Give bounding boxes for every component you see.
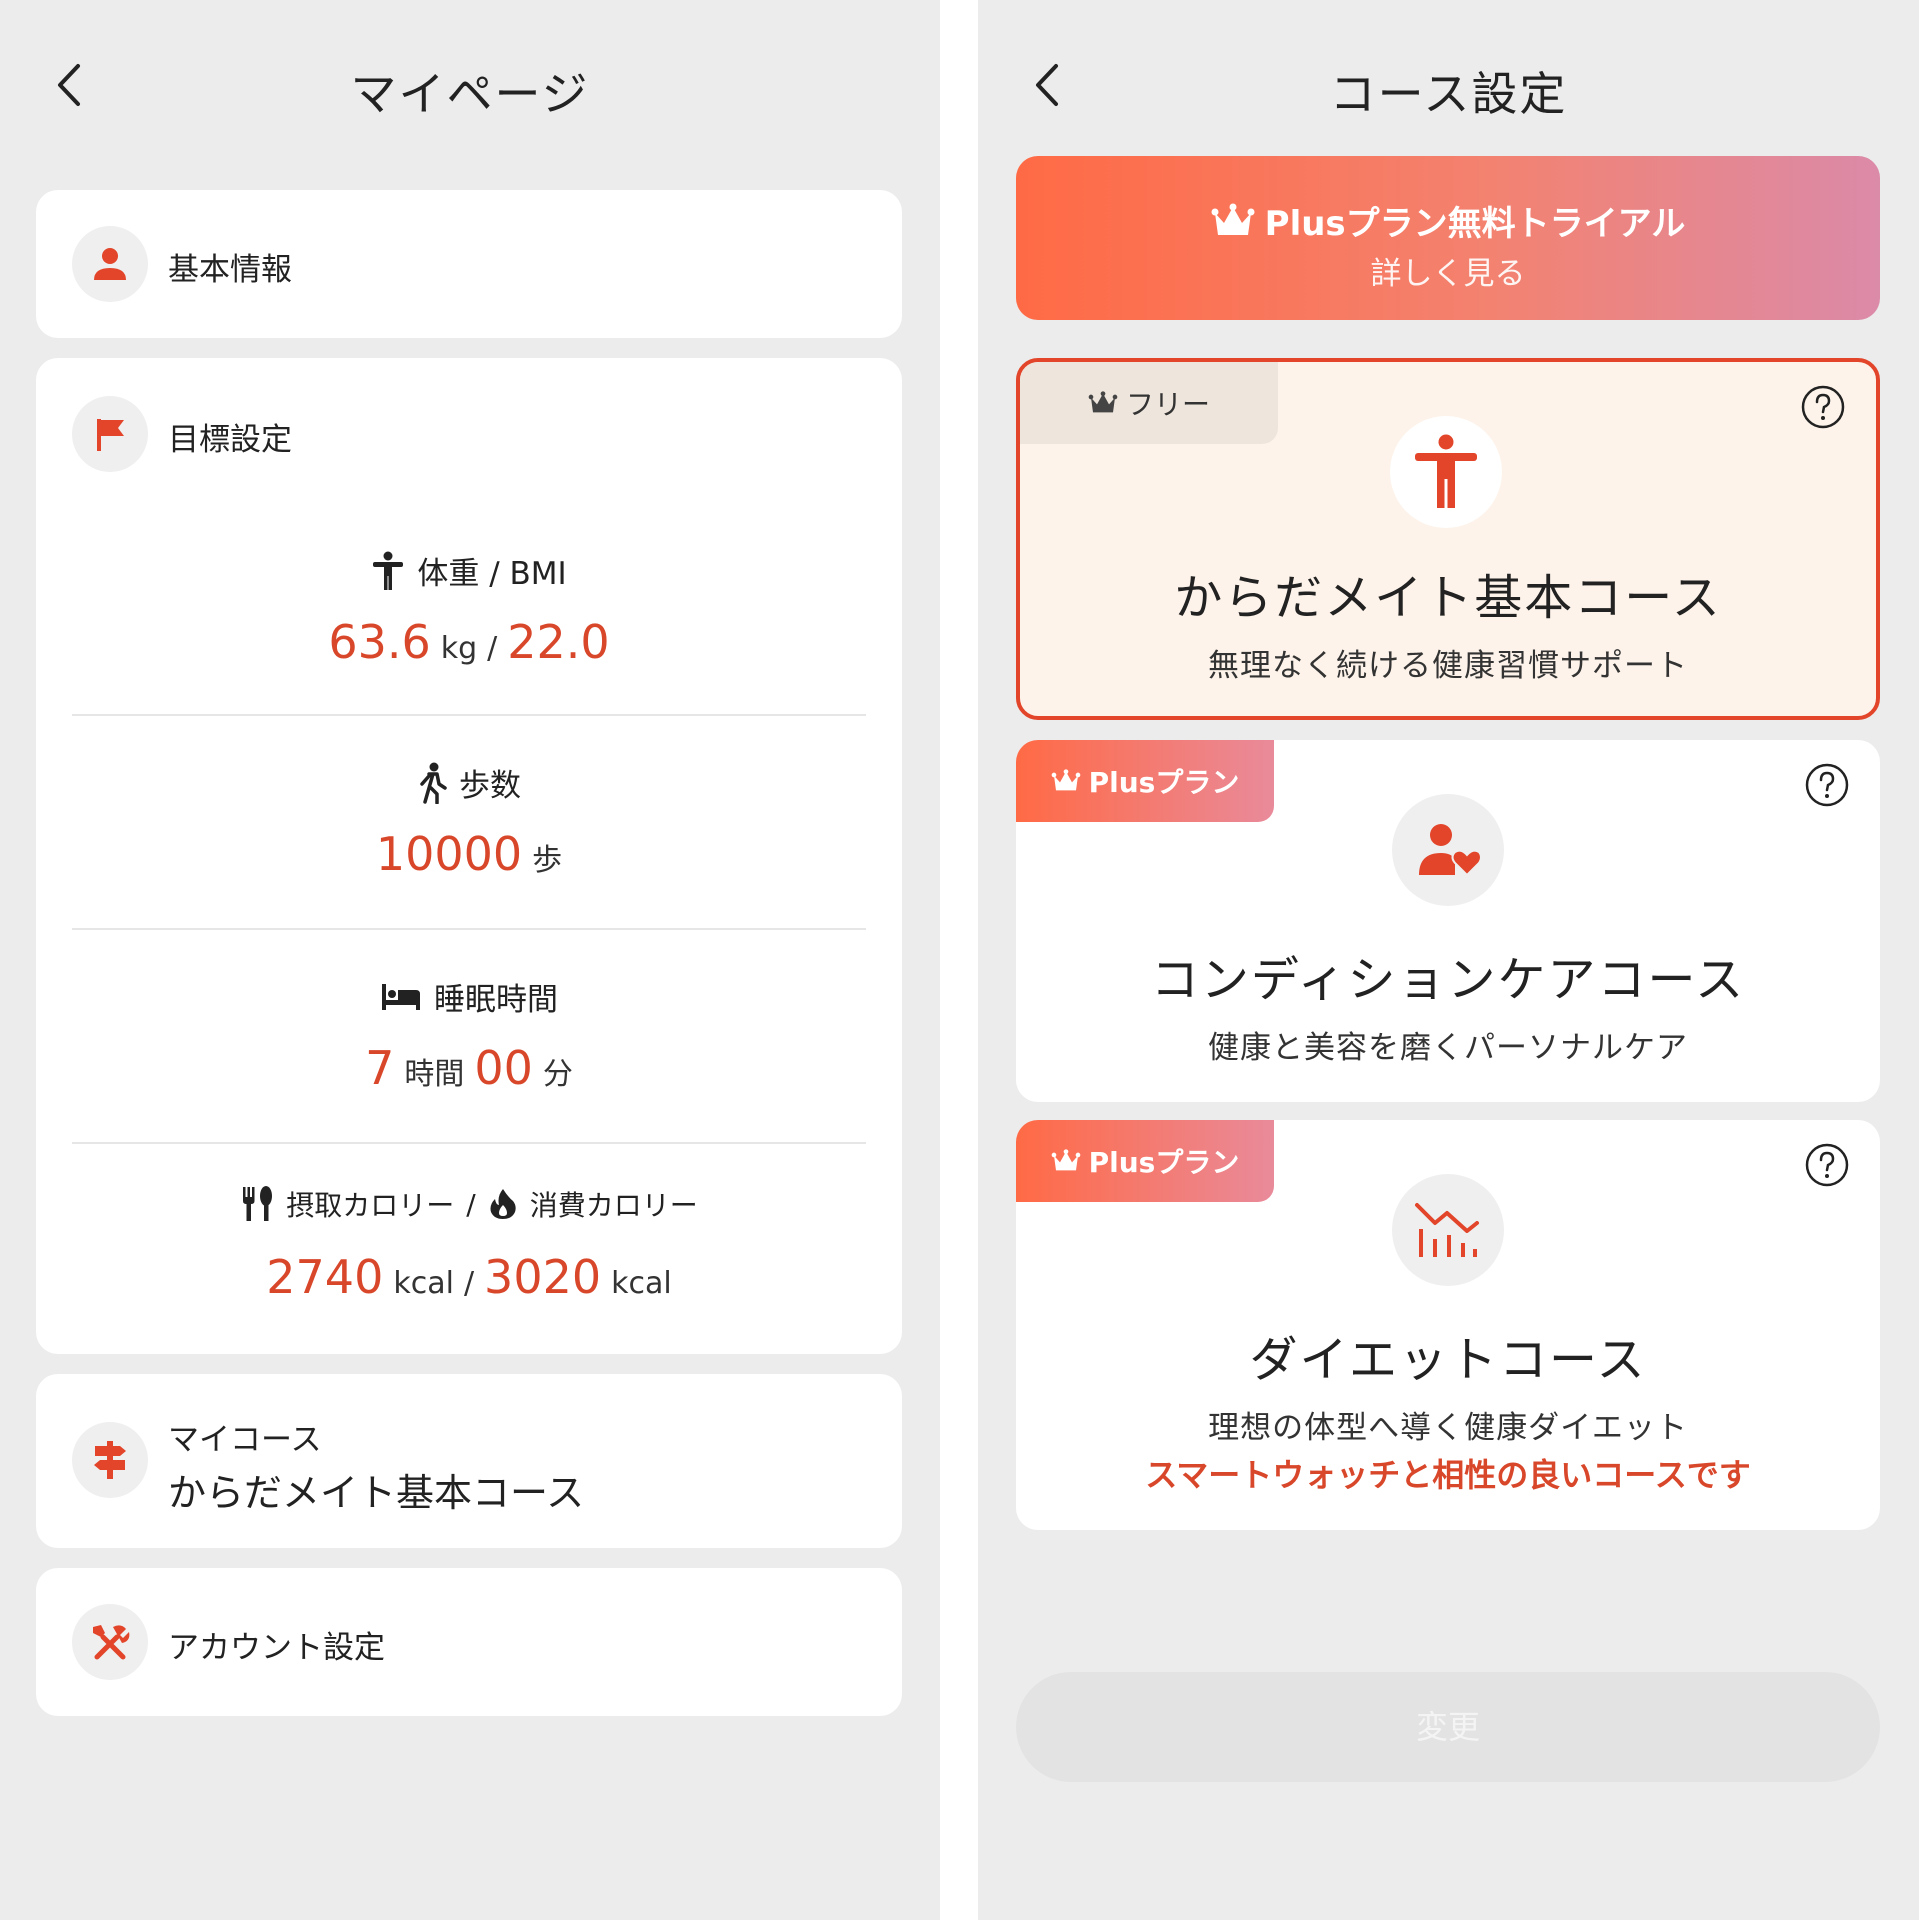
chart-down-icon	[1392, 1174, 1504, 1286]
course-description: 無理なく続ける健康習慣サポート	[1208, 648, 1688, 684]
course-name: コンディションケアコース	[1150, 952, 1746, 1008]
course-tag-plus: Plusプラン	[1016, 740, 1274, 822]
intake-title: 摂取カロリー	[286, 1189, 455, 1222]
course-tag-free: フリー	[1020, 362, 1278, 444]
goal-settings-card[interactable]: 目標設定 体重 / BMI 63.6 kg / 22.0 歩数 10000 歩 …	[36, 358, 902, 1354]
basic-info-label: 基本情報	[168, 252, 292, 288]
course-tag-plus: Plusプラン	[1016, 1120, 1274, 1202]
course-settings-screen: コース設定 Plusプラン無料トライアル 詳しく見る フリー からだメイト基本コ…	[978, 0, 1919, 1920]
crown-icon	[1051, 1149, 1080, 1171]
account-settings-row[interactable]: アカウント設定	[36, 1568, 902, 1716]
calorie-title-separator: /	[466, 1187, 476, 1221]
weight-bmi-separator: /	[487, 631, 498, 666]
banner-title: Plusプラン無料トライアル	[1264, 204, 1686, 244]
steps-value: 10000	[375, 827, 523, 881]
bed-icon	[382, 983, 420, 1010]
course-card-condition[interactable]: Plusプラン コンディションケアコース 健康と美容を磨くパーソナルケア	[1016, 740, 1880, 1102]
my-course-value: からだメイト基本コース	[168, 1471, 585, 1515]
crown-icon	[1088, 391, 1118, 413]
weight-value: 63.6	[328, 615, 431, 669]
weight-unit: kg	[440, 631, 478, 666]
intake-value: 2740	[266, 1250, 384, 1304]
calorie-value-separator: /	[463, 1266, 475, 1301]
flag-icon	[72, 396, 148, 472]
crown-icon	[1211, 203, 1255, 235]
help-icon[interactable]	[1800, 384, 1846, 430]
weight-bmi-title: 体重 / BMI	[417, 556, 567, 592]
my-course-label: マイコース	[168, 1422, 322, 1458]
tools-icon	[72, 1604, 148, 1680]
body-icon	[1390, 416, 1502, 528]
body-icon	[373, 551, 404, 590]
goal-settings-label: 目標設定	[168, 422, 292, 458]
divider	[72, 714, 866, 716]
account-settings-label: アカウント設定	[168, 1630, 385, 1666]
weight-bmi-metric[interactable]: 体重 / BMI 63.6 kg / 22.0	[72, 548, 866, 669]
course-tag-label: Plusプラン	[1088, 1146, 1240, 1179]
plus-trial-banner[interactable]: Plusプラン無料トライアル 詳しく見る	[1016, 156, 1880, 320]
help-icon[interactable]	[1804, 762, 1850, 808]
mypage-screen: マイページ 基本情報 目標設定 体重 / BMI 63.6 kg / 22.0	[0, 0, 940, 1920]
flame-icon	[490, 1189, 516, 1219]
course-description: 健康と美容を磨くパーソナルケア	[1208, 1030, 1688, 1066]
sleep-title: 睡眠時間	[434, 982, 558, 1018]
intake-unit: kcal	[393, 1266, 454, 1301]
burn-unit: kcal	[611, 1266, 672, 1301]
mypage-navbar: マイページ	[0, 40, 940, 130]
page-title: コース設定	[1329, 67, 1568, 121]
course-tag-label: フリー	[1125, 388, 1210, 421]
divider	[72, 1142, 866, 1144]
crown-icon	[1051, 769, 1080, 791]
course-description: 理想の体型へ導く健康ダイエット	[1208, 1410, 1688, 1446]
bmi-value: 22.0	[507, 615, 610, 669]
divider	[72, 928, 866, 930]
burn-title: 消費カロリー	[529, 1189, 698, 1222]
person-heart-icon	[1392, 794, 1504, 906]
course-name: ダイエットコース	[1249, 1332, 1647, 1388]
help-icon[interactable]	[1804, 1142, 1850, 1188]
smartwatch-note: スマートウォッチと相性の良いコースです	[1145, 1456, 1751, 1494]
course-settings-navbar: コース設定	[978, 40, 1919, 130]
sleep-hours-unit: 時間	[404, 1057, 465, 1092]
course-name: からだメイト基本コース	[1174, 570, 1722, 626]
sleep-hours-value: 7	[365, 1041, 395, 1095]
steps-title: 歩数	[459, 768, 521, 804]
signpost-icon	[72, 1422, 148, 1498]
steps-unit: 歩	[532, 843, 563, 878]
steps-metric[interactable]: 歩数 10000 歩	[72, 760, 866, 881]
burn-value: 3020	[484, 1250, 602, 1304]
person-icon	[72, 226, 148, 302]
sleep-minutes-value: 00	[474, 1041, 533, 1095]
calorie-metric[interactable]: 摂取カロリー / 消費カロリー 2740 kcal / 3020 kcal	[72, 1184, 866, 1304]
banner-details-link[interactable]: 詳しく見る	[1016, 248, 1880, 293]
course-tag-label: Plusプラン	[1088, 766, 1240, 799]
walking-icon	[420, 762, 447, 804]
course-card-diet[interactable]: Plusプラン ダイエットコース 理想の体型へ導く健康ダイエット スマートウォッ…	[1016, 1120, 1880, 1530]
course-card-basic[interactable]: フリー からだメイト基本コース 無理なく続ける健康習慣サポート	[1016, 358, 1880, 720]
fork-knife-icon	[243, 1186, 273, 1221]
sleep-metric[interactable]: 睡眠時間 7 時間 00 分	[72, 974, 866, 1095]
change-button[interactable]: 変更	[1016, 1672, 1880, 1782]
sleep-minutes-unit: 分	[542, 1057, 573, 1092]
page-title: マイページ	[350, 67, 590, 121]
basic-info-row[interactable]: 基本情報	[36, 190, 902, 338]
my-course-row[interactable]: マイコース からだメイト基本コース	[36, 1374, 902, 1548]
